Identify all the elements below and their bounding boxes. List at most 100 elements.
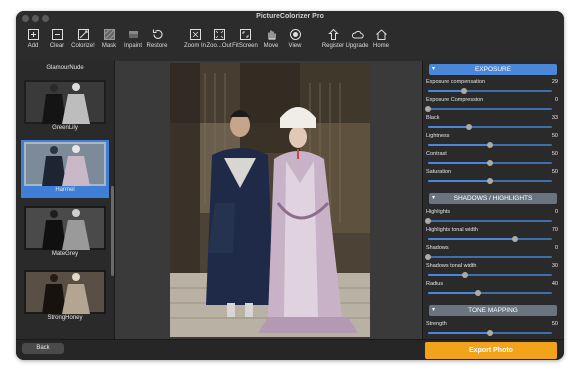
slider-knob[interactable]: [462, 272, 469, 278]
slider-track[interactable]: [425, 106, 552, 112]
slider-row: Radius 40: [426, 281, 562, 298]
restore-label: Restore: [146, 43, 168, 49]
exposure-section-header[interactable]: ▾ EXPOSURE: [429, 64, 557, 75]
slider-row: Saturation 50: [426, 169, 562, 186]
slider-row: Strength 50: [426, 321, 562, 338]
tone-mapping-header-label: TONE MAPPING: [468, 307, 518, 314]
home-button[interactable]: Home: [366, 28, 396, 49]
slider-value: 50: [551, 151, 558, 157]
slider-fill: [428, 90, 464, 92]
filter-thumbnail: [24, 142, 106, 186]
slider-label: Highlights tonal width: [426, 227, 478, 233]
home-icon: [375, 29, 387, 40]
view-label: View: [288, 43, 302, 49]
sidebar-scrollbar[interactable]: [111, 186, 114, 276]
slider-row: Exposure Compression 0: [425, 97, 562, 114]
filter-thumbnail: [24, 206, 106, 250]
slider-row: Highlights tonal width 70: [426, 227, 562, 244]
slider-track[interactable]: [428, 272, 552, 278]
chevron-down-icon: ▾: [432, 195, 436, 201]
slider-label: Exposure Compression: [426, 97, 484, 103]
slider-track[interactable]: [428, 124, 552, 130]
slider-fill: [428, 292, 478, 294]
zoom-out-icon: [213, 29, 225, 40]
slider-knob[interactable]: [465, 124, 472, 130]
slider-label: Black: [426, 115, 440, 121]
slider-row: Exposure compensation 29: [426, 79, 562, 96]
slider-value: 70: [551, 227, 558, 233]
view-button[interactable]: View: [280, 28, 310, 49]
slider-track[interactable]: [428, 160, 552, 166]
slider-label: Contrast: [426, 151, 447, 157]
filter-item-mategrey[interactable]: MateGrey: [21, 204, 109, 262]
slider-value: 50: [551, 169, 558, 175]
slider-track[interactable]: [428, 178, 552, 184]
restore-icon: [152, 29, 162, 39]
title-bar: PictureColorizer Pro: [16, 11, 564, 25]
app-window: PictureColorizer Pro Add Clear Colorize!…: [16, 11, 564, 360]
window-title: PictureColorizer Pro: [256, 13, 324, 20]
slider-value: 50: [551, 321, 558, 327]
tone-mapping-section-header[interactable]: ▾ TONE MAPPING: [429, 305, 557, 316]
shadows-highlights-section-header[interactable]: ▾ SHADOWS / HIGHLIGHTS: [429, 193, 557, 204]
slider-label: Highlights: [426, 209, 451, 215]
filter-label: StrongHoney: [47, 315, 83, 321]
slider-fill: [428, 238, 515, 240]
slider-label: Radius: [426, 281, 444, 287]
slider-track[interactable]: [425, 254, 552, 260]
slider-fill: [428, 126, 469, 128]
zoom-in-icon: [189, 29, 201, 40]
slider-track[interactable]: [428, 290, 552, 296]
filter-item-greenlily[interactable]: GreenLily: [21, 78, 109, 136]
toolbar: Add Clear Colorize! Mask Inpaint Restore…: [16, 25, 564, 62]
mask-icon: [103, 29, 115, 40]
colorized-photo: [170, 63, 370, 337]
slider-knob[interactable]: [425, 254, 431, 260]
photo-canvas[interactable]: [115, 61, 422, 339]
export-photo-button[interactable]: Export Photo: [425, 342, 557, 359]
slider-row: Contrast 50: [426, 151, 562, 168]
slider-knob[interactable]: [425, 218, 431, 224]
slider-knob[interactable]: [425, 106, 431, 112]
slider-label: Lightness: [426, 133, 450, 139]
slider-label: Shadows: [426, 245, 449, 251]
slider-knob[interactable]: [511, 236, 518, 242]
cloud-icon: [351, 30, 364, 39]
filter-thumbnail: [24, 270, 106, 314]
slider-knob[interactable]: [487, 142, 493, 148]
filter-item-stronghoney[interactable]: StrongHoney: [21, 268, 109, 326]
slider-row: Shadows 0: [425, 245, 562, 262]
slider-fill: [428, 180, 490, 182]
adjustments-panel: ▾ EXPOSURE Exposure compensation 29 Exposu…: [422, 61, 564, 354]
filter-item-harmel[interactable]: Harmel: [21, 140, 109, 198]
hand-icon: [267, 30, 276, 40]
slider-value: 40: [551, 281, 558, 287]
filter-thumbnail: [24, 80, 106, 124]
slider-value: 0: [554, 245, 558, 251]
slider-fill: [428, 274, 466, 276]
slider-knob[interactable]: [474, 290, 481, 296]
clear-icon: [51, 29, 63, 40]
slider-knob[interactable]: [487, 178, 493, 184]
filter-sidebar: GlamourNude GreenLily Harmel MateGrey St…: [16, 61, 115, 339]
slider-track[interactable]: [428, 236, 552, 242]
slider-value: 0: [554, 209, 558, 215]
exposure-header-label: EXPOSURE: [474, 66, 512, 73]
slider-track[interactable]: [428, 88, 552, 94]
filter-label: MateGrey: [51, 251, 79, 257]
inpaint-icon: [128, 31, 138, 38]
slider-knob[interactable]: [487, 330, 493, 336]
slider-value: 29: [551, 79, 558, 85]
filter-label: Harmel: [55, 187, 75, 193]
filter-label[interactable]: GlamourNude: [21, 65, 109, 71]
home-label: Home: [372, 43, 389, 49]
slider-knob[interactable]: [487, 160, 493, 166]
chevron-down-icon: ▾: [432, 307, 436, 313]
slider-track[interactable]: [428, 330, 552, 336]
slider-track[interactable]: [428, 142, 552, 148]
slider-knob[interactable]: [460, 88, 467, 94]
back-button[interactable]: Back: [22, 343, 64, 354]
slider-track[interactable]: [425, 218, 552, 224]
slider-row: Shadows tonal width 30: [426, 263, 562, 280]
restore-button[interactable]: Restore: [142, 28, 172, 49]
